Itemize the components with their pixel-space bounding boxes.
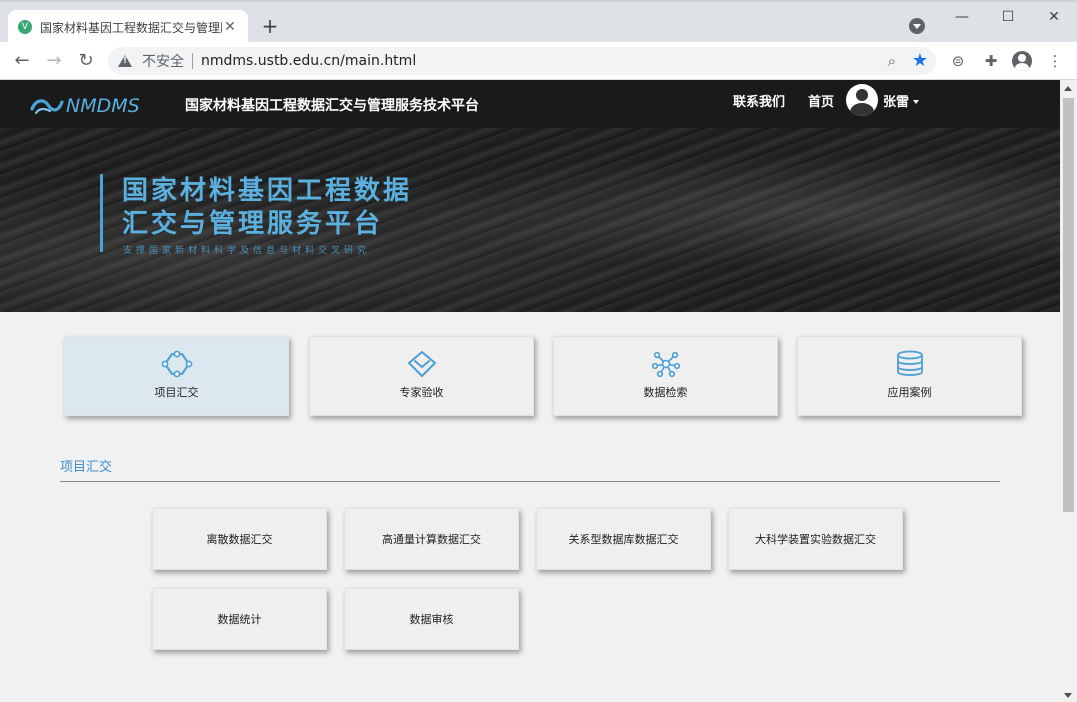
card-project-submit[interactable]: 项目汇交 [64, 336, 289, 416]
user-avatar[interactable] [846, 84, 878, 116]
subcard-data-statistics[interactable]: 数据统计 [152, 588, 327, 650]
user-dropdown-caret-icon[interactable] [913, 100, 919, 104]
close-window-button[interactable]: ✕ [1031, 6, 1077, 32]
card-application-cases[interactable]: 应用案例 [797, 336, 1022, 416]
forward-icon[interactable]: → [42, 50, 66, 72]
maximize-button[interactable]: ☐ [985, 6, 1031, 32]
page-scrollbar[interactable] [1060, 80, 1077, 702]
browser-tab[interactable]: V 国家材料基因工程数据汇交与管理服务技术平台 ✕ [8, 10, 248, 44]
omnibox-divider [192, 53, 193, 69]
hero-banner: 国家材料基因工程数据 汇交与管理服务平台 支撑国家新材料科学及信息与材料交叉研究 [0, 128, 1060, 312]
tab-close-icon[interactable]: ✕ [222, 19, 238, 35]
browser-tab-strip: V 国家材料基因工程数据汇交与管理服务技术平台 ✕ + — ☐ ✕ [0, 0, 1077, 44]
browser-menu-icon[interactable]: ⋮ [1045, 51, 1065, 71]
security-label[interactable]: 不安全 [142, 51, 184, 71]
logo-text: NMDMS [66, 95, 140, 117]
expert-review-icon [407, 351, 436, 377]
reader-mode-icon[interactable]: ⊜ [948, 51, 968, 71]
address-bar[interactable]: 不安全 nmdms.ustb.edu.cn/main.html ⌕ ★ [108, 47, 936, 75]
nav-contact-link[interactable]: 联系我们 [733, 91, 785, 110]
tab-title: 国家材料基因工程数据汇交与管理服务技术平台 [40, 20, 222, 35]
profile-icon[interactable] [1012, 51, 1032, 71]
subcard-data-audit[interactable]: 数据审核 [344, 588, 519, 650]
card-expert-review[interactable]: 专家验收 [309, 336, 534, 416]
new-tab-button[interactable]: + [258, 14, 282, 38]
project-submit-icon [161, 350, 192, 378]
card-label: 专家验收 [399, 386, 444, 399]
banner-title-line1: 国家材料基因工程数据 [122, 176, 413, 206]
card-label: 应用案例 [887, 386, 932, 399]
subcard-high-throughput[interactable]: 高通量计算数据汇交 [344, 508, 519, 570]
site-name: 国家材料基因工程数据汇交与管理服务技术平台 [185, 98, 479, 114]
subcard-relational-db[interactable]: 关系型数据库数据汇交 [536, 508, 711, 570]
section-title: 项目汇交 [60, 460, 113, 475]
extensions-puzzle-icon[interactable]: ✚ [981, 51, 1001, 71]
browser-toolbar: ← → ↻ 不安全 nmdms.ustb.edu.cn/main.html ⌕ … [0, 42, 1077, 80]
card-label: 数据检索 [643, 386, 688, 399]
scroll-up-arrow-icon[interactable] [1064, 86, 1072, 91]
minimize-button[interactable]: — [939, 6, 985, 32]
site-header: NMDMS 国家材料基因工程数据汇交与管理服务技术平台 联系我们 首页 张雷 [0, 80, 1060, 128]
subcard-discrete-data[interactable]: 离散数据汇交 [152, 508, 327, 570]
data-search-icon [651, 351, 680, 378]
banner-subtitle: 支撑国家新材料科学及信息与材料交叉研究 [123, 246, 371, 256]
scroll-down-arrow-icon[interactable] [1064, 693, 1072, 698]
bookmark-star-icon[interactable]: ★ [912, 50, 928, 71]
back-icon[interactable]: ← [10, 50, 34, 72]
url-text[interactable]: nmdms.ustb.edu.cn/main.html [201, 53, 416, 69]
card-data-search[interactable]: 数据检索 [553, 336, 778, 416]
banner-accent-bar [100, 174, 103, 252]
tab-search-icon[interactable] [909, 18, 925, 34]
database-icon [896, 350, 923, 376]
card-label: 项目汇交 [154, 386, 199, 399]
zoom-icon[interactable]: ⌕ [888, 52, 896, 70]
nav-home-link[interactable]: 首页 [808, 91, 834, 110]
site-favicon-icon: V [18, 20, 32, 34]
banner-title-line2: 汇交与管理服务平台 [122, 209, 384, 239]
subcard-large-facility[interactable]: 大科学装置实验数据汇交 [728, 508, 903, 570]
warning-icon[interactable] [118, 55, 132, 67]
page-viewport: NMDMS 国家材料基因工程数据汇交与管理服务技术平台 联系我们 首页 张雷 国… [0, 80, 1060, 702]
reload-icon[interactable]: ↻ [74, 50, 98, 72]
nmdms-logo[interactable]: NMDMS [30, 92, 160, 118]
scrollbar-thumb[interactable] [1063, 98, 1074, 512]
username[interactable]: 张雷 [883, 91, 909, 110]
section-divider [60, 481, 1000, 482]
